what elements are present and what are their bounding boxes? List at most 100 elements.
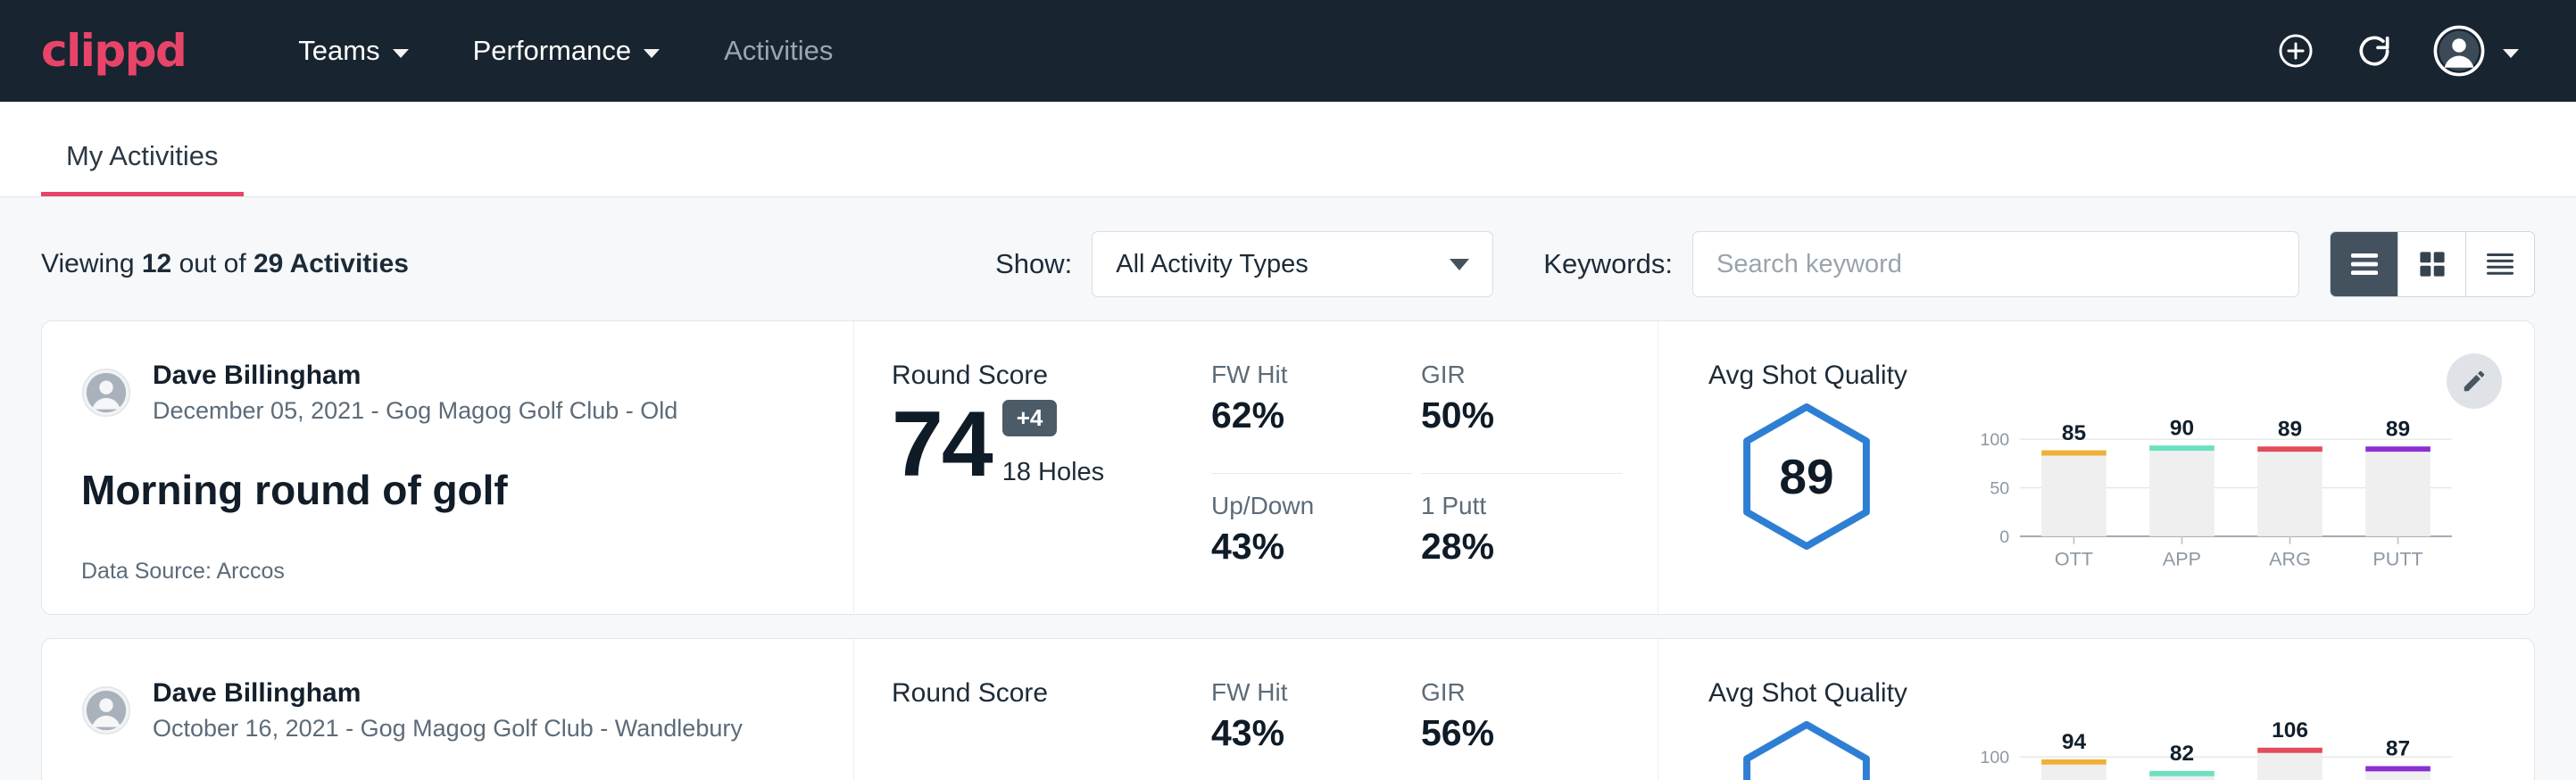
list-view-icon[interactable] <box>2331 232 2398 296</box>
avg-shot-quality-section: Avg Shot Quality 89 050100 85OTT90APP89A… <box>1658 321 2534 614</box>
stat-label: FW Hit <box>1211 361 1376 389</box>
grid-view-icon[interactable] <box>2398 232 2466 296</box>
add-circle-icon[interactable] <box>2276 31 2315 71</box>
search-input[interactable] <box>1692 231 2299 297</box>
viewing-total: 29 Activities <box>253 249 409 278</box>
svg-text:85: 85 <box>2062 421 2086 445</box>
stat-label: GIR <box>1421 678 1586 707</box>
stat-label: 1 Putt <box>1421 492 1586 520</box>
svg-text:ARG: ARG <box>2269 547 2311 569</box>
avg-shot-quality-label: Avg Shot Quality <box>1708 361 2507 391</box>
svg-text:90: 90 <box>2170 416 2194 440</box>
avatar <box>81 368 131 418</box>
svg-text:100: 100 <box>1980 430 2009 450</box>
stat-up-down: Up/Down 43% <box>1211 492 1412 588</box>
svg-text:PUTT: PUTT <box>2372 547 2422 569</box>
viewing-mid: out of <box>179 249 246 278</box>
nav-item-performance-label: Performance <box>473 35 631 67</box>
chevron-down-icon <box>1450 259 1469 270</box>
hexagon-icon <box>1735 718 1878 780</box>
svg-text:0: 0 <box>1999 527 2009 547</box>
tab-my-activities-label: My Activities <box>66 140 219 171</box>
svg-text:106: 106 <box>2272 719 2308 743</box>
top-navigation-bar: clippd Teams Performance Activities <box>0 0 2576 102</box>
svg-text:82: 82 <box>2170 742 2194 766</box>
round-stats: FW Hit 62% GIR 50% Up/Down 43% 1 Putt 28… <box>1211 321 1658 614</box>
compact-list-view-icon[interactable] <box>2466 232 2534 296</box>
bar-chart-2: 050100 94OTT82APP106ARG87PUTT <box>1921 719 2507 780</box>
account-avatar-icon <box>2433 25 2485 77</box>
stat-fw-hit: FW Hit 62% <box>1211 361 1412 474</box>
nav-item-activities-label: Activities <box>724 35 833 67</box>
round-score-section: Round Score 74 +4 18 Holes <box>854 321 1211 614</box>
activity-card[interactable]: Dave Billingham October 16, 2021 - Gog M… <box>41 638 2535 780</box>
svg-text:100: 100 <box>1980 748 2009 768</box>
viewing-count-text: Viewing 12 out of 29 Activities <box>41 249 409 279</box>
tab-bar: My Activities <box>0 102 2576 197</box>
nav-actions <box>2276 25 2535 77</box>
viewing-count: 12 <box>142 249 171 278</box>
shot-quality-value: 89 <box>1779 448 1833 505</box>
stat-fw-hit: FW Hit 43% <box>1211 678 1412 780</box>
activity-subtitle: October 16, 2021 - Gog Magog Golf Club -… <box>153 715 743 743</box>
stat-one-putt: 1 Putt 28% <box>1421 492 1622 588</box>
nav-item-performance[interactable]: Performance <box>441 35 692 67</box>
stat-gir: GIR 50% <box>1421 361 1622 474</box>
svg-text:89: 89 <box>2278 418 2302 442</box>
activity-summary: Dave Billingham October 16, 2021 - Gog M… <box>42 639 854 780</box>
score-to-par-badge: +4 <box>1002 400 1058 436</box>
svg-text:87: 87 <box>2386 737 2410 761</box>
show-label: Show: <box>995 248 1072 280</box>
nav-item-teams-label: Teams <box>298 35 379 67</box>
viewing-prefix: Viewing <box>41 249 135 278</box>
activity-title: Morning round of golf <box>81 466 814 514</box>
activity-summary: Dave Billingham December 05, 2021 - Gog … <box>42 321 854 614</box>
activity-author: Dave Billingham October 16, 2021 - Gog M… <box>81 678 814 743</box>
stat-value: 50% <box>1421 394 1586 436</box>
shot-quality-chart: 050100 85OTT90APP89ARG89PUTT <box>1905 396 2507 581</box>
activity-author: Dave Billingham December 05, 2021 - Gog … <box>81 361 814 425</box>
stat-value: 43% <box>1211 526 1376 568</box>
round-stats: FW Hit 43% GIR 56% <box>1211 639 1658 780</box>
shot-quality-hexagon <box>1708 714 1905 780</box>
avatar <box>81 685 131 735</box>
avg-shot-quality-label: Avg Shot Quality <box>1708 678 2507 709</box>
chevron-down-icon <box>393 49 409 58</box>
nav-item-activities[interactable]: Activities <box>692 35 865 67</box>
shot-quality-chart: 050100 94OTT82APP106ARG87PUTT <box>1905 714 2507 780</box>
app-logo[interactable]: clippd <box>41 25 186 77</box>
stat-gir: GIR 56% <box>1421 678 1622 780</box>
bar-chart-1: 050100 85OTT90APP89ARG89PUTT <box>1921 402 2507 577</box>
holes-played: 18 Holes <box>1002 458 1104 491</box>
author-name: Dave Billingham <box>153 678 743 709</box>
round-score-label: Round Score <box>892 678 1211 709</box>
avg-shot-quality-section: Avg Shot Quality 050100 94OTT82APP106ARG… <box>1658 639 2534 780</box>
filter-controls: Show: All Activity Types Keywords: <box>995 231 2535 297</box>
nav-item-teams[interactable]: Teams <box>266 35 440 67</box>
stat-label: GIR <box>1421 361 1586 389</box>
edit-activity-button[interactable] <box>2447 353 2502 409</box>
refresh-icon[interactable] <box>2355 31 2394 71</box>
activity-card[interactable]: Dave Billingham December 05, 2021 - Gog … <box>41 320 2535 615</box>
activity-subtitle: December 05, 2021 - Gog Magog Golf Club … <box>153 397 677 425</box>
keywords-label: Keywords: <box>1543 248 1673 280</box>
filter-bar: Viewing 12 out of 29 Activities Show: Al… <box>0 197 2576 320</box>
svg-text:APP: APP <box>2163 547 2201 569</box>
account-menu[interactable] <box>2433 25 2519 77</box>
tab-my-activities[interactable]: My Activities <box>41 140 244 196</box>
view-mode-toggle <box>2330 231 2535 297</box>
svg-text:50: 50 <box>1990 478 2009 498</box>
stat-value: 62% <box>1211 394 1376 436</box>
stat-value: 28% <box>1421 526 1586 568</box>
stat-label: Up/Down <box>1211 492 1376 520</box>
stat-label: FW Hit <box>1211 678 1376 707</box>
stat-value: 56% <box>1421 712 1586 754</box>
activity-card-list: Dave Billingham December 05, 2021 - Gog … <box>0 320 2576 780</box>
svg-text:89: 89 <box>2386 418 2410 442</box>
round-score-label: Round Score <box>892 361 1211 391</box>
chevron-down-icon <box>644 49 660 58</box>
activity-type-select[interactable]: All Activity Types <box>1092 231 1493 297</box>
round-score-value: 74 <box>892 398 992 491</box>
chevron-down-icon <box>2503 49 2519 58</box>
author-name: Dave Billingham <box>153 361 677 391</box>
